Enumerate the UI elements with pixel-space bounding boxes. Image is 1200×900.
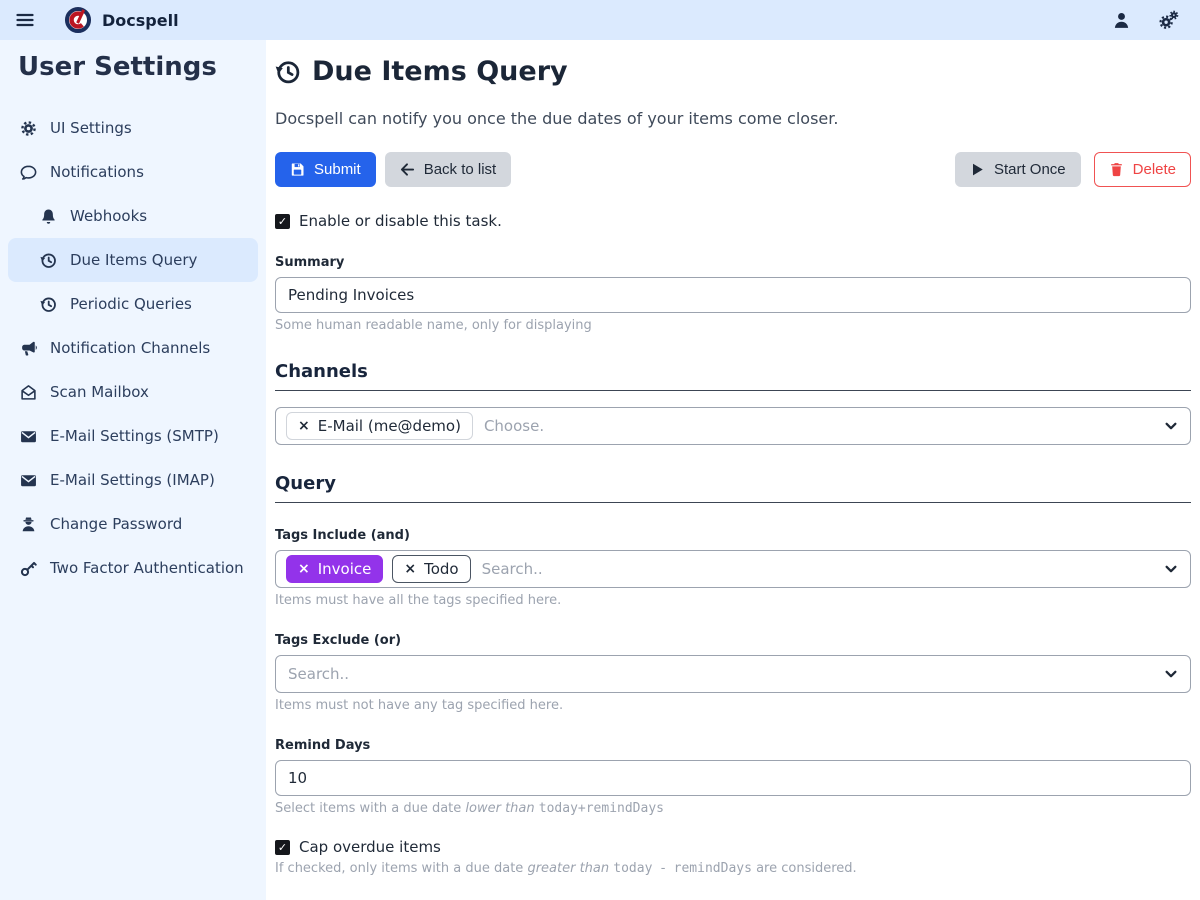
action-buttons: Submit Back to list Start Once Delete bbox=[275, 152, 1191, 187]
user-secret-icon bbox=[20, 516, 37, 533]
start-once-button[interactable]: Start Once bbox=[955, 152, 1081, 187]
brand[interactable]: Docspell bbox=[64, 6, 179, 34]
sidebar-item-notifications[interactable]: Notifications bbox=[0, 150, 266, 194]
tags-exclude-help: Items must not have any tag specified he… bbox=[275, 698, 1191, 713]
sidebar-item-change-password[interactable]: Change Password bbox=[0, 502, 266, 546]
chevron-down-icon[interactable] bbox=[1164, 419, 1178, 433]
delete-button[interactable]: Delete bbox=[1094, 152, 1191, 187]
chevron-down-icon[interactable] bbox=[1164, 667, 1178, 681]
cap-overdue-label: Cap overdue items bbox=[299, 838, 441, 856]
channels-multiselect[interactable]: × E-Mail (me@demo) bbox=[275, 407, 1191, 445]
channels-search-input[interactable] bbox=[482, 416, 1156, 436]
history-icon bbox=[275, 59, 301, 85]
page-title-text: Due Items Query bbox=[312, 56, 568, 87]
user-account-icon[interactable] bbox=[1110, 9, 1132, 31]
gear-icon bbox=[20, 120, 37, 137]
key-icon bbox=[20, 560, 37, 577]
sidebar-item-ui-settings[interactable]: UI Settings bbox=[0, 106, 266, 150]
envelope-icon bbox=[20, 472, 37, 489]
sidebar-item-label: E-Mail Settings (SMTP) bbox=[50, 427, 219, 445]
enable-task-checkbox-row[interactable]: ✓ Enable or disable this task. bbox=[275, 212, 1191, 230]
tags-include-label: Tags Include (and) bbox=[275, 528, 1191, 543]
summary-help: Some human readable name, only for displ… bbox=[275, 318, 1191, 333]
sidebar-item-webhooks[interactable]: Webhooks bbox=[0, 194, 266, 238]
tag-chip-invoice[interactable]: × Invoice bbox=[286, 555, 383, 583]
tags-include-multiselect[interactable]: × Invoice × Todo bbox=[275, 550, 1191, 588]
history-icon bbox=[40, 252, 57, 269]
sidebar-item-label: E-Mail Settings (IMAP) bbox=[50, 471, 215, 489]
envelope-icon bbox=[20, 428, 37, 445]
channels-section-header: Channels bbox=[275, 361, 1191, 391]
tags-exclude-label: Tags Exclude (or) bbox=[275, 633, 1191, 648]
checkbox-checked-icon[interactable]: ✓ bbox=[275, 214, 290, 229]
cap-overdue-checkbox-row[interactable]: ✓ Cap overdue items bbox=[275, 838, 1191, 856]
submit-button[interactable]: Submit bbox=[275, 152, 376, 187]
tags-include-help: Items must have all the tags specified h… bbox=[275, 593, 1191, 608]
sidebar-item-due-items-query[interactable]: Due Items Query bbox=[8, 238, 258, 282]
remove-chip-icon[interactable]: × bbox=[404, 562, 416, 576]
sidebar-item-label: Notifications bbox=[50, 163, 144, 181]
sidebar-item-periodic-queries[interactable]: Periodic Queries bbox=[0, 282, 266, 326]
remind-days-help: Select items with a due date lower than … bbox=[275, 801, 1191, 816]
summary-label: Summary bbox=[275, 255, 1191, 270]
sidebar-item-email-imap[interactable]: E-Mail Settings (IMAP) bbox=[0, 458, 266, 502]
arrow-left-icon bbox=[400, 162, 415, 177]
sidebar-item-two-factor-auth[interactable]: Two Factor Authentication bbox=[0, 546, 266, 590]
envelope-open-icon bbox=[20, 384, 37, 401]
hamburger-menu-icon[interactable] bbox=[14, 9, 36, 31]
summary-input[interactable] bbox=[275, 277, 1191, 313]
sidebar-item-label: Periodic Queries bbox=[70, 295, 192, 313]
sidebar-nav: UI Settings Notifications Webhooks bbox=[0, 106, 266, 590]
page-description: Docspell can notify you once the due dat… bbox=[275, 109, 1191, 128]
sidebar-item-label: Due Items Query bbox=[70, 251, 197, 269]
comment-icon bbox=[20, 164, 37, 181]
top-bar: Docspell bbox=[0, 0, 1200, 40]
save-icon bbox=[290, 162, 305, 177]
settings-gears-icon[interactable] bbox=[1158, 9, 1180, 31]
docspell-logo-icon bbox=[64, 6, 92, 34]
sidebar: User Settings UI Settings Notifications bbox=[0, 40, 266, 900]
remove-chip-icon[interactable]: × bbox=[298, 419, 310, 433]
tags-exclude-search-input[interactable] bbox=[286, 664, 1156, 684]
sidebar-item-email-smtp[interactable]: E-Mail Settings (SMTP) bbox=[0, 414, 266, 458]
sidebar-item-label: Two Factor Authentication bbox=[50, 559, 244, 577]
sidebar-item-label: Scan Mailbox bbox=[50, 383, 149, 401]
tag-chip-todo[interactable]: × Todo bbox=[392, 555, 470, 583]
sidebar-item-label: Change Password bbox=[50, 515, 182, 533]
sidebar-item-scan-mailbox[interactable]: Scan Mailbox bbox=[0, 370, 266, 414]
remind-days-label: Remind Days bbox=[275, 738, 1191, 753]
enable-task-label: Enable or disable this task. bbox=[299, 212, 502, 230]
query-section-header: Query bbox=[275, 473, 1191, 503]
trash-icon bbox=[1109, 162, 1124, 177]
remove-chip-icon[interactable]: × bbox=[298, 562, 310, 576]
history-icon bbox=[40, 296, 57, 313]
sidebar-title: User Settings bbox=[0, 40, 266, 86]
remind-days-input[interactable] bbox=[275, 760, 1191, 796]
back-to-list-button[interactable]: Back to list bbox=[385, 152, 512, 187]
chevron-down-icon[interactable] bbox=[1164, 562, 1178, 576]
channel-chip-email[interactable]: × E-Mail (me@demo) bbox=[286, 412, 473, 440]
tags-include-search-input[interactable] bbox=[480, 559, 1156, 579]
sidebar-item-label: Notification Channels bbox=[50, 339, 210, 357]
play-icon bbox=[970, 162, 985, 177]
bell-icon bbox=[40, 208, 57, 225]
brand-name: Docspell bbox=[102, 11, 179, 30]
sidebar-item-label: Webhooks bbox=[70, 207, 147, 225]
bullhorn-icon bbox=[20, 340, 37, 357]
page-title: Due Items Query bbox=[275, 56, 1191, 87]
sidebar-item-label: UI Settings bbox=[50, 119, 132, 137]
cap-overdue-help: If checked, only items with a due date g… bbox=[275, 861, 1191, 876]
main-content: Due Items Query Docspell can notify you … bbox=[266, 40, 1200, 900]
tags-exclude-multiselect[interactable] bbox=[275, 655, 1191, 693]
sidebar-item-notification-channels[interactable]: Notification Channels bbox=[0, 326, 266, 370]
checkbox-checked-icon[interactable]: ✓ bbox=[275, 840, 290, 855]
